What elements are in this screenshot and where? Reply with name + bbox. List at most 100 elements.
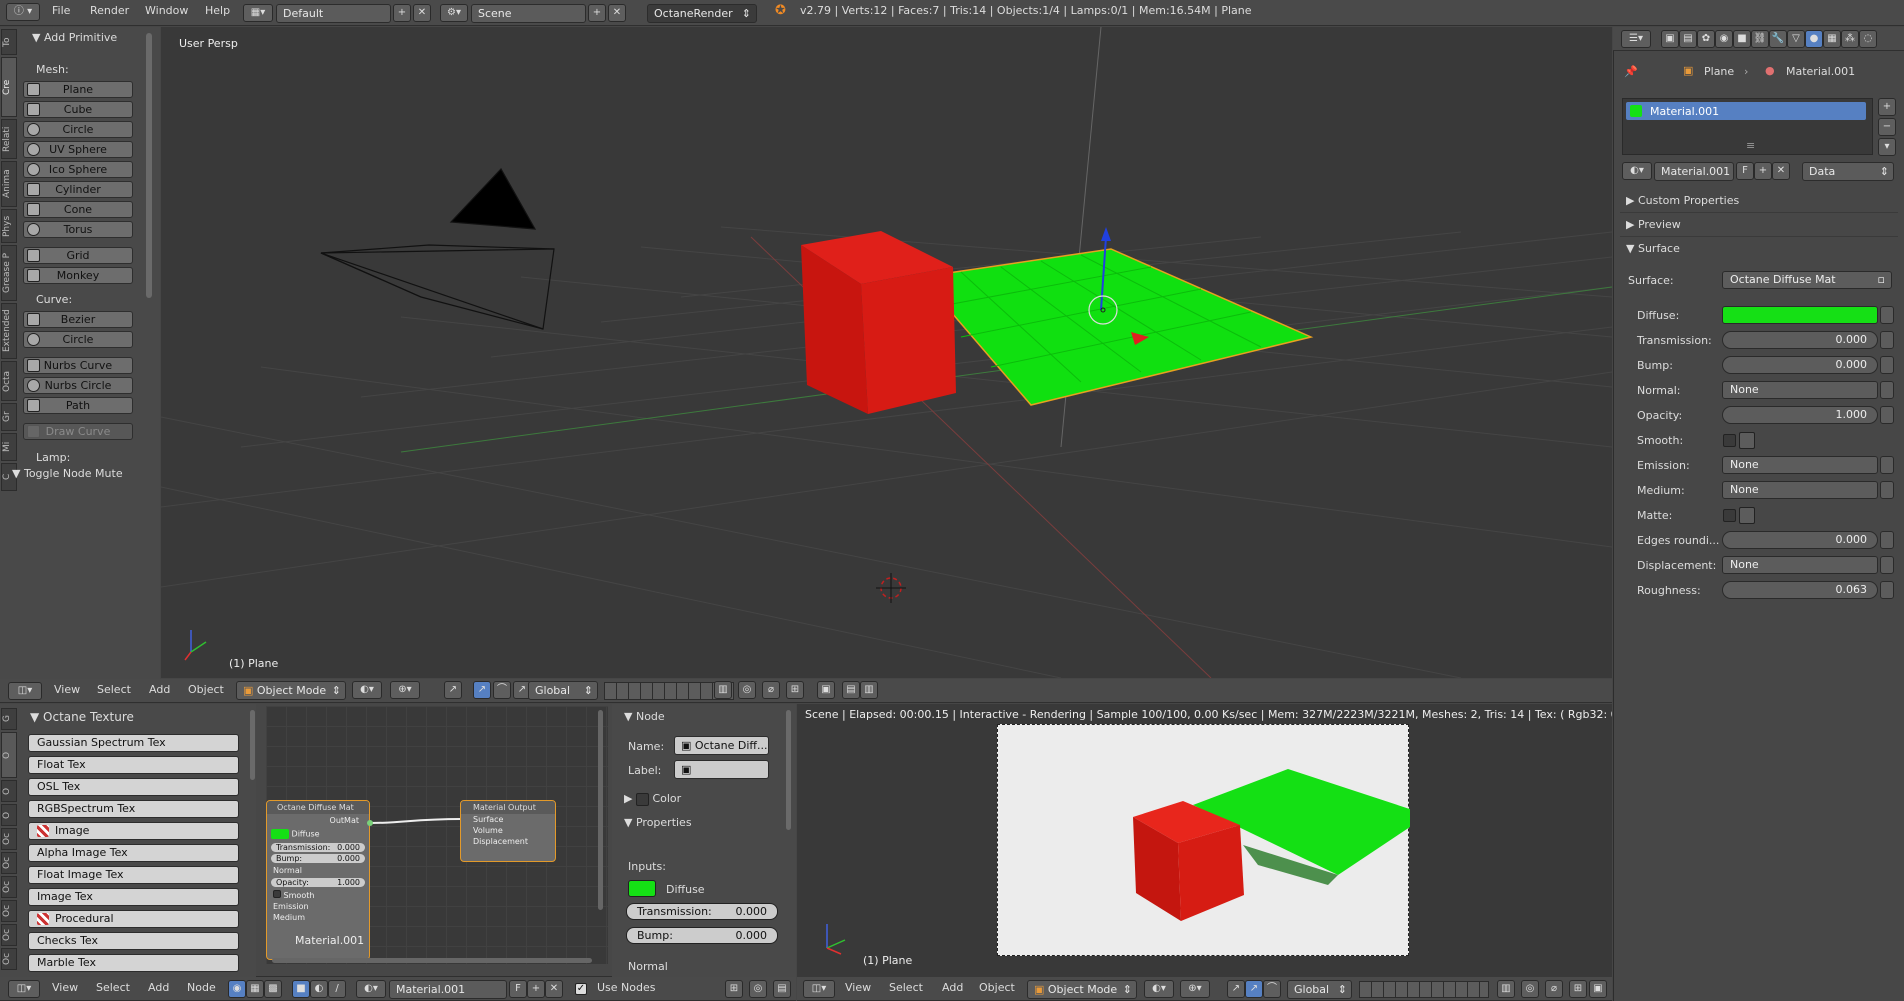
render-shading-icon[interactable]: ◐▾ — [1144, 980, 1174, 998]
node-unlink-material-icon[interactable]: ✕ — [545, 980, 563, 998]
add-monkey-button[interactable]: Monkey — [23, 267, 133, 284]
prop-link-icon-8[interactable] — [1739, 507, 1755, 524]
backdrop-icon[interactable]: ◎ — [749, 980, 767, 998]
prop-value-2[interactable]: 0.000 — [1722, 356, 1878, 374]
world-tab-icon[interactable]: ◉ — [1715, 30, 1733, 48]
viewport-menu-add[interactable]: Add — [149, 683, 170, 696]
render-menu-add[interactable]: Add — [942, 981, 963, 994]
add-path-button[interactable]: Path — [23, 397, 133, 414]
texture-tab-icon[interactable]: ▦ — [1823, 30, 1841, 48]
pivot-icon[interactable]: ⊕▾ — [390, 681, 420, 699]
render-viewport[interactable]: Scene | Elapsed: 00:00.15 | Interactive … — [797, 704, 1612, 977]
material-slot-item[interactable]: Material.001 — [1626, 102, 1866, 120]
material-tab-icon[interactable]: ● — [1805, 30, 1823, 48]
orientation-select[interactable]: Global ⇕ — [528, 681, 598, 700]
node-tab-9[interactable]: Oc — [1, 948, 17, 970]
link-select[interactable]: Data ⇕ — [1802, 162, 1894, 181]
render-proportional-icon[interactable]: ◎ — [1521, 980, 1539, 998]
texture-node-button-4[interactable]: Image — [28, 822, 239, 840]
node-section-header[interactable]: ▼ Node — [624, 710, 665, 723]
prop-link-button-11[interactable] — [1880, 581, 1894, 599]
prop-link-button-3[interactable] — [1880, 381, 1894, 399]
render-opengl-icon[interactable]: ▥ — [860, 681, 878, 699]
node-label-field[interactable]: ▣ — [674, 760, 769, 779]
node-tab-0[interactable]: G — [1, 708, 17, 730]
tab-gr[interactable]: Gr — [1, 403, 17, 431]
render-layers-grid[interactable] — [1359, 981, 1489, 998]
add-scene-icon[interactable]: + — [588, 4, 606, 22]
toolshelf-scrollbar[interactable] — [146, 33, 152, 298]
node-new-material-icon[interactable]: + — [527, 980, 545, 998]
node-fake-user-button[interactable]: F — [509, 980, 527, 998]
render-lock-icon[interactable]: ▥ — [1497, 980, 1515, 998]
remove-slot-icon[interactable]: − — [1878, 118, 1896, 136]
diffuse-color-field[interactable] — [1722, 306, 1878, 324]
node-tab-4[interactable]: Oc — [1, 828, 17, 850]
render-menu-select[interactable]: Select — [889, 981, 923, 994]
cube-object[interactable] — [801, 231, 956, 414]
screen-layout-icon[interactable]: ▦▾ — [243, 4, 273, 22]
add-circle-button[interactable]: Circle — [23, 121, 133, 138]
node-name-field[interactable]: ▣ Octane Diff... — [674, 736, 769, 755]
surface-header[interactable]: ▼ Surface — [1626, 242, 1680, 255]
texture-nodes-icon[interactable]: ▩ — [264, 980, 282, 998]
node-material-browse-icon[interactable]: ◐▾ — [356, 980, 386, 998]
node-tab-3[interactable]: O — [1, 804, 17, 826]
manipulator-translate-icon[interactable]: ↗ — [444, 681, 462, 699]
node-bump-slider[interactable]: Bump: 0.000 — [626, 927, 778, 944]
render-animation-icon[interactable]: ▤ — [842, 681, 860, 699]
texture-node-button-10[interactable]: Marble Tex — [28, 954, 239, 972]
menu-render[interactable]: Render — [90, 4, 129, 17]
add-nurbs-curve-button[interactable]: Nurbs Curve — [23, 357, 133, 374]
node-toolshelf-scrollbar[interactable] — [250, 710, 255, 780]
prop-link-button-10[interactable] — [1880, 556, 1894, 574]
prop-link-button-2[interactable] — [1880, 356, 1894, 374]
render-menu-view[interactable]: View — [845, 981, 871, 994]
prop-link-button-1[interactable] — [1880, 331, 1894, 349]
tab-extended[interactable]: Extended — [1, 303, 17, 359]
add-torus-button[interactable]: Torus — [23, 221, 133, 238]
camera-object[interactable] — [320, 167, 555, 330]
new-material-icon[interactable]: + — [1754, 162, 1772, 180]
add-uv-sphere-button[interactable]: UV Sphere — [23, 141, 133, 158]
tab-octane[interactable]: Octa — [1, 361, 17, 401]
node-tab-5[interactable]: Oc — [1, 852, 17, 874]
toggle-node-mute-header[interactable]: ▼ Toggle Node Mute — [12, 467, 123, 480]
scene-field[interactable]: Scene — [471, 4, 586, 23]
info-editor-icon[interactable]: ⓘ ▾ — [6, 3, 40, 21]
node-transmission-slider[interactable]: Transmission: 0.000 — [626, 903, 778, 920]
node-editor-type-icon[interactable]: ◫▾ — [8, 980, 40, 998]
material-slot-list[interactable]: Material.001 ≡ — [1622, 98, 1873, 155]
prop-select-7[interactable]: None — [1722, 481, 1878, 499]
object-shader-icon[interactable]: ■ — [292, 980, 310, 998]
data-tab-icon[interactable]: ▽ — [1787, 30, 1805, 48]
render-tab-icon[interactable]: ▣ — [1661, 30, 1679, 48]
node-tab-7[interactable]: Oc — [1, 900, 17, 922]
add-primitive-header[interactable]: ▼ Add Primitive — [32, 31, 117, 44]
editor-type-icon[interactable]: ◫▾ — [8, 682, 42, 700]
node-tab-8[interactable]: Oc — [1, 924, 17, 946]
unlink-material-icon[interactable]: ✕ — [1772, 162, 1790, 180]
add-curve-circle-button[interactable]: Circle — [23, 331, 133, 348]
render-pivot-icon[interactable]: ⊕▾ — [1180, 980, 1210, 998]
color-section-header[interactable]: ▶ Color — [624, 792, 681, 806]
add-plane-button[interactable]: Plane — [23, 81, 133, 98]
material-output-node[interactable]: Material Output Surface Volume Displacem… — [460, 800, 556, 862]
world-shader-icon[interactable]: ◐ — [310, 980, 328, 998]
node-diffuse-color[interactable] — [628, 880, 656, 897]
texture-node-button-7[interactable]: Image Tex — [28, 888, 239, 906]
surface-select[interactable]: Octane Diffuse Mat ▫ — [1722, 271, 1892, 289]
add-cylinder-button[interactable]: Cylinder — [23, 181, 133, 198]
render-layers-tab-icon[interactable]: ▤ — [1679, 30, 1697, 48]
viewport-menu-view[interactable]: View — [54, 683, 80, 696]
render-mode-select[interactable]: ▣ Object Mode ⇕ — [1027, 980, 1137, 999]
octane-texture-header[interactable]: ▼ Octane Texture — [30, 710, 134, 724]
node-canvas-hscroll[interactable] — [272, 958, 592, 963]
add-bezier-button[interactable]: Bezier — [23, 311, 133, 328]
use-color-checkbox[interactable] — [635, 792, 649, 806]
properties-editor-type-icon[interactable]: ☰▾ — [1621, 30, 1651, 48]
draw-curve-button[interactable]: Draw Curve — [23, 423, 133, 440]
texture-node-button-3[interactable]: RGBSpectrum Tex — [28, 800, 239, 818]
node-material-field[interactable]: Material.001 — [389, 980, 507, 999]
manipulator-scale-icon[interactable]: ⌒ — [493, 681, 511, 699]
